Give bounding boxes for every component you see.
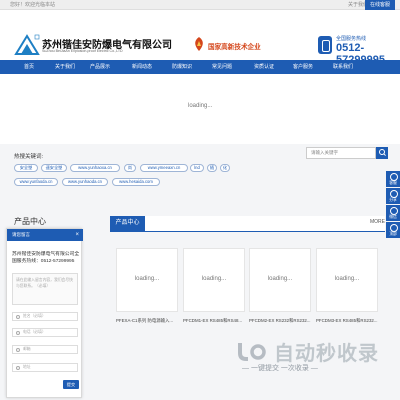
tab-product-center[interactable]: 产品中心: [110, 216, 145, 231]
more-link[interactable]: MORE: [370, 219, 385, 225]
card-loading-text: loading...: [134, 276, 160, 282]
phone-field[interactable]: 电话（必填）: [12, 328, 78, 337]
company-logo-icon[interactable]: [14, 34, 40, 56]
watermark-title: 自动秒收录: [274, 343, 379, 365]
nav-contact[interactable]: 联系我们: [328, 60, 358, 74]
product-caption[interactable]: PFCDM2-EX RS232和RS232...: [249, 318, 311, 324]
name-placeholder: 姓名（必填）: [23, 314, 46, 318]
card-loading-text: loading...: [267, 276, 293, 282]
main-nav: 首页 关于我们 产品展示 新闻动态 防爆知识 常见问题 资质认证 客户服务 联系…: [0, 60, 400, 74]
card-loading-text: loading...: [201, 276, 227, 282]
keyword-tag[interactable]: www.yunhaoda.cn: [62, 178, 108, 186]
nav-knowledge[interactable]: 防爆知识: [167, 60, 197, 74]
product-center-title: 产品中心: [14, 217, 46, 226]
nav-about[interactable]: 关于我们: [50, 60, 80, 74]
keyword-tag[interactable]: 化: [220, 164, 230, 172]
nav-news[interactable]: 新闻动态: [127, 60, 157, 74]
side-service-button[interactable]: 客服: [386, 171, 400, 187]
phone-small-icon: [16, 331, 20, 335]
company-name-en: SuZhou BeiJiaAn Explosion-proof Electric…: [42, 49, 123, 53]
hitech-text: 国家高新技术企业: [208, 44, 261, 51]
keyword-tag[interactable]: www.ymeeaxn.cn: [140, 164, 188, 172]
nav-service[interactable]: 客户服务: [288, 60, 318, 74]
address-placeholder: 地址: [23, 365, 31, 369]
product-caption[interactable]: PFEXA-C1系列 防电源输入...: [116, 318, 178, 324]
chat-header: 请您留言 ×: [7, 229, 83, 241]
hot-keywords-label: 热搜关键词:: [14, 154, 44, 160]
nav-faq[interactable]: 常见问题: [207, 60, 237, 74]
name-field[interactable]: 姓名（必填）: [12, 312, 78, 321]
keyword-tag[interactable]: www.yunhaoxa.cn: [70, 164, 120, 172]
welcome-text: 您好！欢迎光临本站: [10, 2, 56, 8]
product-card[interactable]: loading...: [249, 248, 311, 312]
nav-home[interactable]: 首页: [14, 60, 44, 74]
chat-widget: 请您留言 × 苏州锴佳安防爆电气有限公司全国服务热线：0512-57299995…: [6, 228, 83, 398]
hitech-badge: 国家高新技术企业: [192, 34, 261, 54]
side-share-button[interactable]: 分享: [386, 188, 400, 204]
page: 您好！欢迎光临本站 关于我们 在线客服 苏州锴佳安防爆电气有限公司 SuZhou…: [0, 0, 400, 400]
location-icon: [16, 366, 20, 370]
keyword-tag[interactable]: www.yunfaoda.cn: [14, 178, 58, 186]
search-icon[interactable]: [376, 147, 388, 159]
keyword-tag[interactable]: 随: [207, 164, 217, 172]
side-top-button[interactable]: 顶部: [386, 222, 400, 238]
keyword-tag[interactable]: lnd: [190, 164, 204, 172]
mail-icon: [16, 348, 20, 352]
nav-products[interactable]: 产品展示: [85, 60, 115, 74]
nav-certification[interactable]: 资质认证: [249, 60, 279, 74]
phone-icon: [318, 36, 332, 54]
side-wechat-button[interactable]: 微信: [386, 205, 400, 221]
product-card[interactable]: loading...: [183, 248, 245, 312]
product-tab-bar: 产品中心: [110, 216, 385, 232]
hotline-label: 全国服务热线: [336, 36, 367, 42]
banner: loading...: [0, 74, 400, 144]
product-card[interactable]: loading...: [316, 248, 378, 312]
search-input[interactable]: 请输入关键字: [306, 147, 376, 159]
product-card[interactable]: loading...: [116, 248, 178, 312]
email-placeholder: 邮箱: [23, 347, 31, 351]
chat-message: 苏州锴佳安防爆电气有限公司全国服务热线：0512-57299995: [12, 252, 80, 264]
watermark-subtitle: — 一键提交 一次收录 —: [242, 365, 318, 372]
chat-title: 请您留言: [12, 232, 30, 237]
close-icon[interactable]: ×: [75, 229, 79, 241]
submit-button[interactable]: 提交: [63, 380, 79, 389]
product-caption[interactable]: PFCDM1-EX RS485和RS48...: [183, 318, 245, 324]
top-bar: 您好！欢迎光临本站 关于我们 在线客服: [0, 0, 400, 10]
email-field[interactable]: 邮箱: [12, 345, 78, 354]
message-textarea[interactable]: 请在此输入留言内容，我们会尽快与您联系。（必填）: [12, 273, 78, 305]
keyword-tag[interactable]: 尚: [124, 164, 136, 172]
address-field[interactable]: 地址: [12, 363, 78, 372]
hitech-emblem-icon: [195, 37, 203, 51]
card-loading-text: loading...: [334, 276, 360, 282]
keyword-tag[interactable]: www.hesaida.com: [112, 178, 160, 186]
banner-loading-text: loading...: [188, 103, 213, 109]
header: 苏州锴佳安防爆电气有限公司 SuZhou BeiJiaAn Explosion-…: [0, 10, 400, 66]
product-caption[interactable]: PFCDM3-EX RS485和RS232...: [316, 318, 378, 324]
keyword-tag[interactable]: 速安全塑: [41, 164, 67, 172]
watermark-logo-icon: [238, 343, 266, 361]
watermark: 自动秒收录 — 一键提交 一次收录 —: [232, 335, 400, 375]
user-icon: [16, 315, 20, 319]
top-contact-button[interactable]: 在线客服: [365, 0, 395, 10]
phone-placeholder: 电话（必填）: [23, 330, 46, 334]
keyword-tag[interactable]: 安全塑: [14, 164, 38, 172]
